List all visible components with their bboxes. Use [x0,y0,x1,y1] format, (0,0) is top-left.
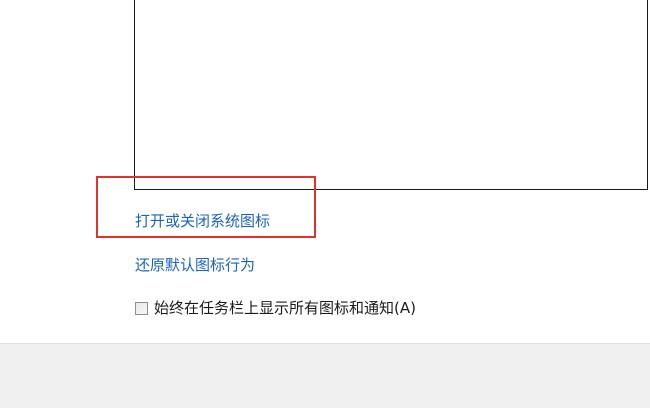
restore-default-icon-behaviors-link[interactable]: 还原默认图标行为 [135,256,255,274]
icon-list-box[interactable] [134,0,648,190]
notification-icons-panel: 打开或关闭系统图标 还原默认图标行为 始终在任务栏上显示所有图标和通知(A) [0,0,650,343]
always-show-all-icons-option[interactable]: 始终在任务栏上显示所有图标和通知(A) [135,298,416,318]
dialog-footer [0,343,650,408]
turn-system-icons-on-off-link[interactable]: 打开或关闭系统图标 [135,212,270,230]
always-show-all-icons-checkbox[interactable] [135,301,148,315]
always-show-all-icons-label: 始终在任务栏上显示所有图标和通知(A) [154,299,416,317]
